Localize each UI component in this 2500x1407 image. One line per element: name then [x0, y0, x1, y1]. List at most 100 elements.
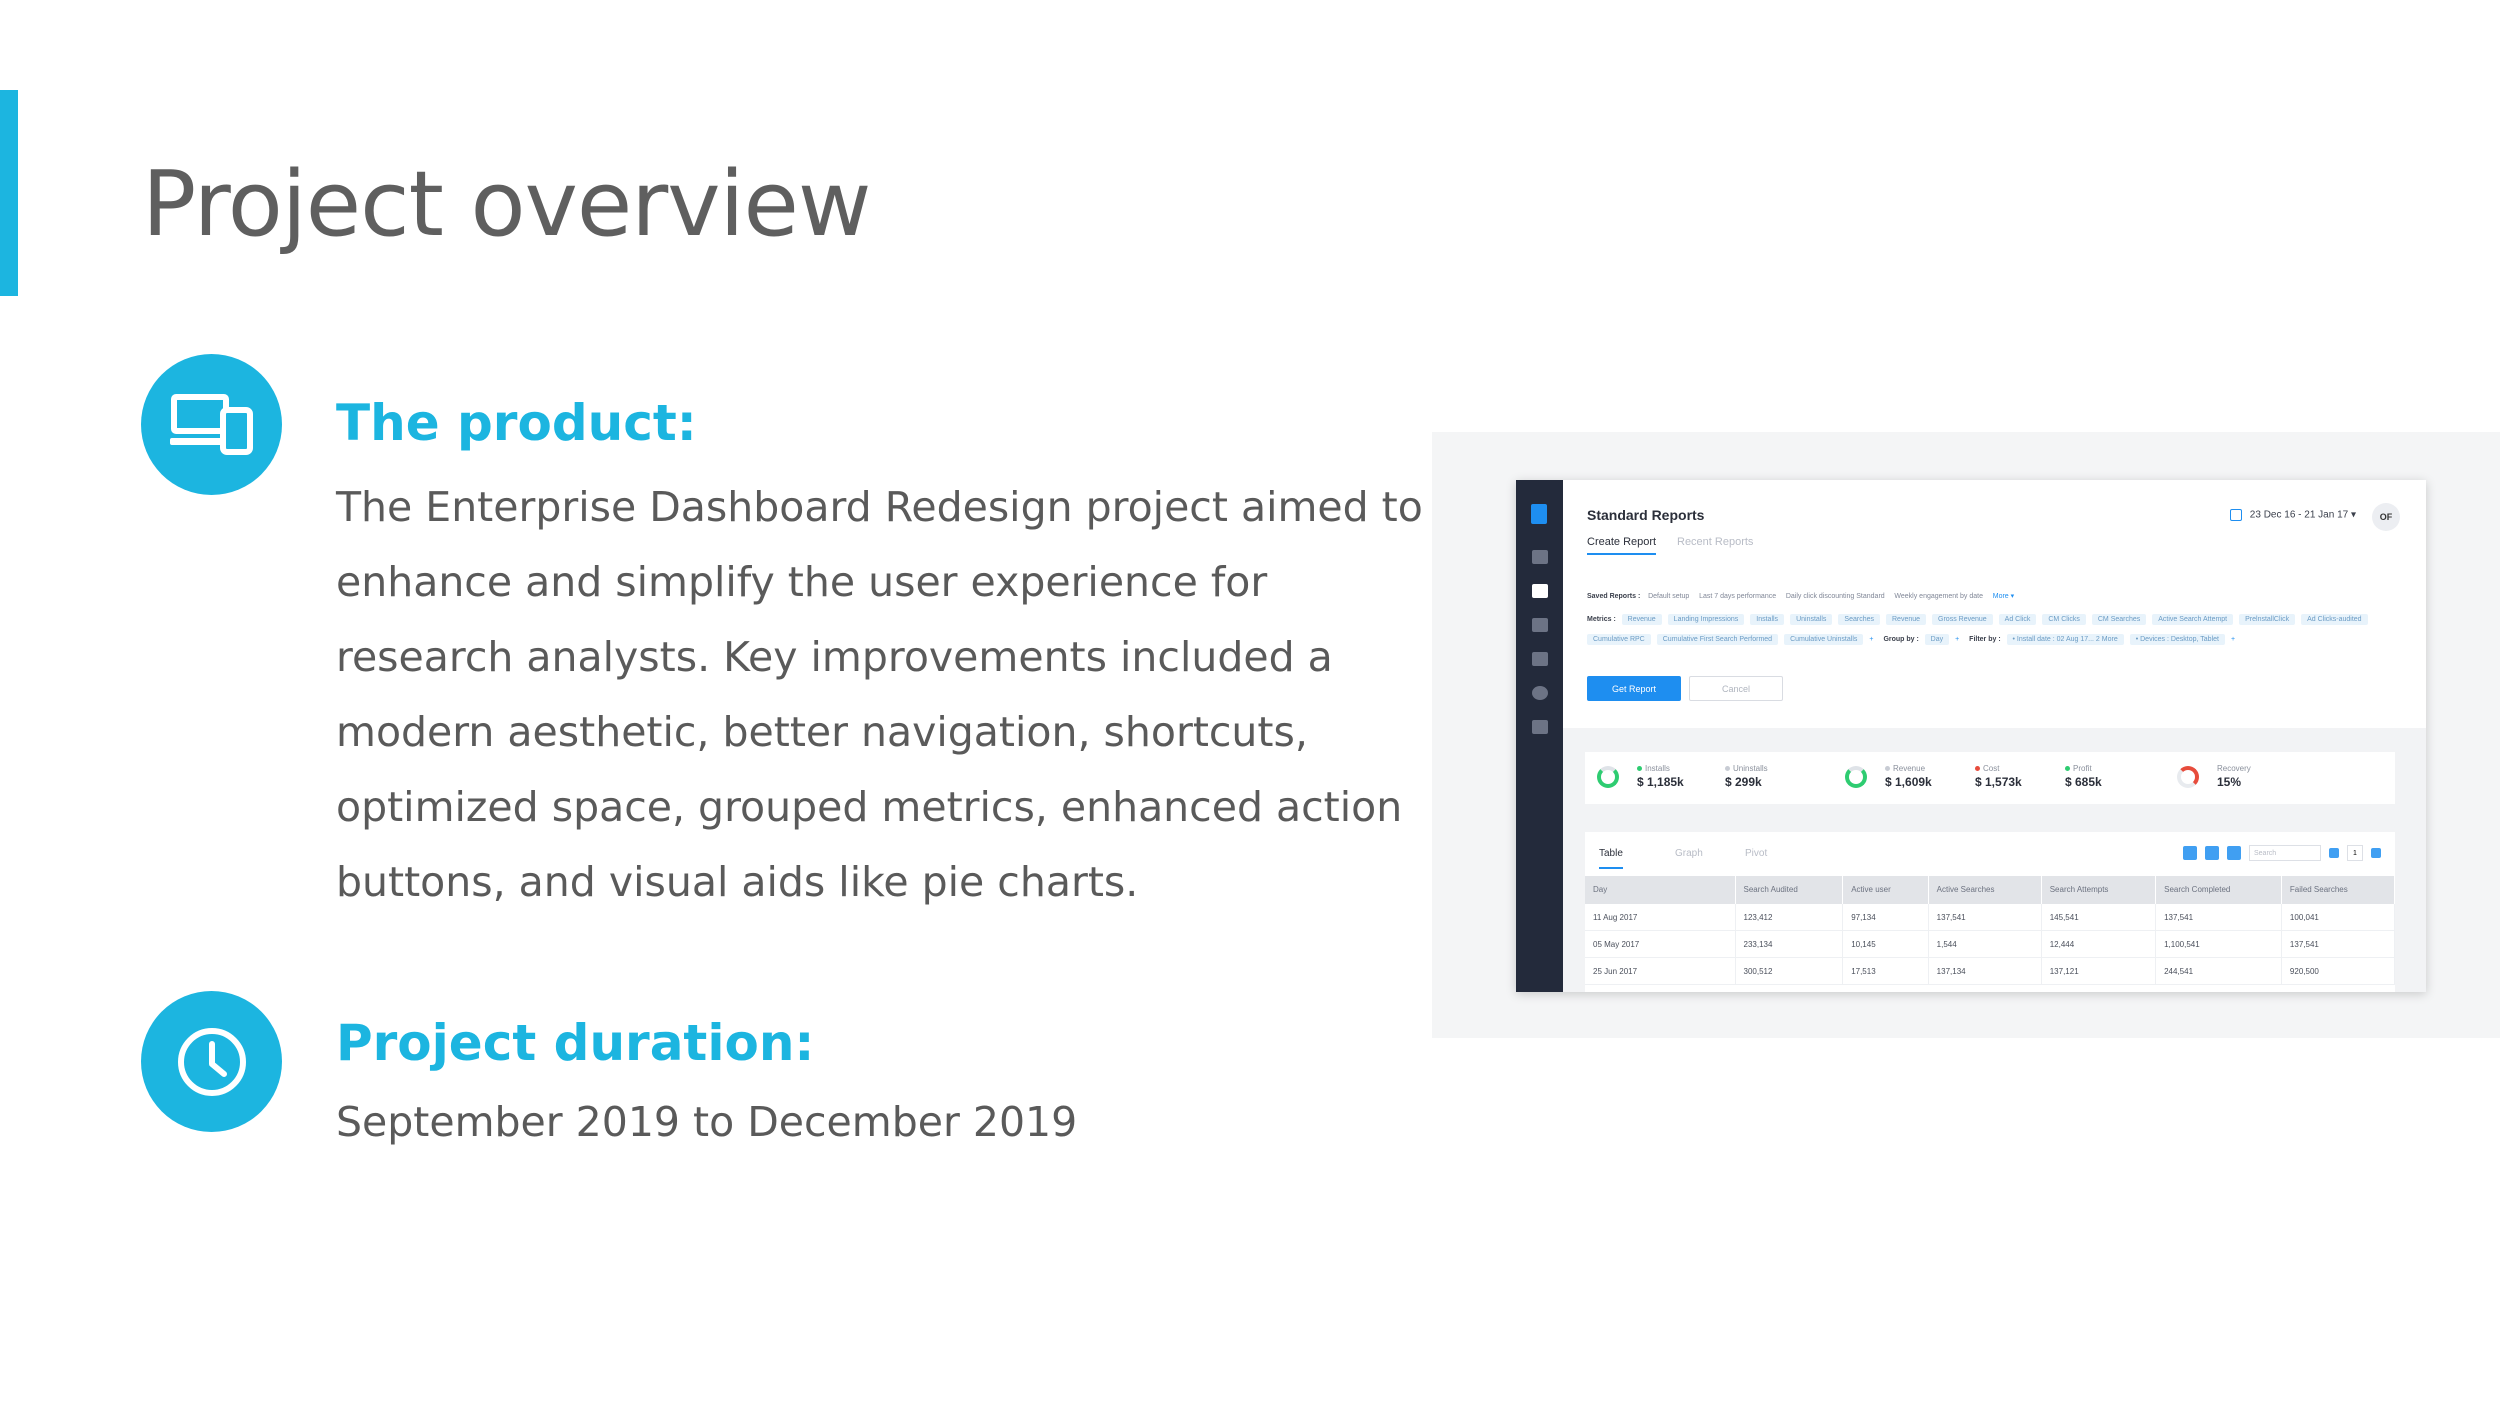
report-table-card: Table Graph Pivot Search 1 Day Search Au…: [1585, 832, 2396, 992]
page-number[interactable]: 1: [2347, 845, 2363, 861]
home-icon[interactable]: [1532, 550, 1548, 564]
metric-chip[interactable]: Cumulative Uninstalls: [1784, 634, 1864, 645]
clock-icon: [141, 991, 282, 1132]
kpi-label: Cost: [1983, 764, 2000, 773]
table-cell: 137,541: [2281, 930, 2396, 958]
saved-report[interactable]: Last 7 days performance: [1699, 593, 1776, 600]
share-icon[interactable]: [2183, 846, 2197, 860]
table-cell: 137,541: [1928, 904, 2042, 931]
saved-report[interactable]: Daily click discounting Standard: [1786, 593, 1885, 600]
saved-report[interactable]: Weekly engagement by date: [1894, 593, 1983, 600]
product-description: The Enterprise Dashboard Redesign projec…: [336, 470, 1423, 920]
column-header[interactable]: Day: [1585, 876, 1736, 904]
description-line: buttons, and visual aids like pie charts…: [336, 858, 1139, 906]
kpi-value: 15%: [2217, 775, 2242, 789]
download-icon[interactable]: [2205, 846, 2219, 860]
avatar[interactable]: OF: [2372, 503, 2400, 531]
kpi-label: Installs: [1645, 764, 1670, 773]
accent-bar: [0, 90, 18, 296]
kpi-value: $ 1,609k: [1885, 775, 1932, 789]
recovery-pie-icon: [2177, 766, 2199, 788]
table-row[interactable]: 05 May 2017 233,134 10,145 1,544 12,444 …: [1585, 930, 2396, 958]
date-range-picker[interactable]: 23 Dec 16 - 21 Jan 17 ▾: [2229, 509, 2356, 521]
clock-icon[interactable]: [1532, 686, 1548, 700]
revenue-pie-icon: [1845, 766, 1867, 788]
metric-chip[interactable]: CM Clicks: [2042, 614, 2086, 625]
group-by-chip[interactable]: Day: [1924, 634, 1950, 645]
metric-chip[interactable]: Landing Impressions: [1667, 614, 1745, 625]
table-cell: 17,513: [1842, 957, 1929, 985]
metric-chip[interactable]: CM Searches: [2091, 614, 2147, 625]
tab-create-report[interactable]: Create Report: [1587, 536, 1657, 555]
filter-chip[interactable]: • Install date : 02 Aug 17... 2 More: [2006, 634, 2124, 645]
metric-chip[interactable]: Cumulative First Search Performed: [1656, 634, 1779, 645]
add-group-button[interactable]: +: [1955, 636, 1959, 643]
metric-chip[interactable]: Searches: [1838, 614, 1880, 625]
metric-chip[interactable]: Active Search Attempt: [2152, 614, 2234, 625]
column-header[interactable]: Search Completed: [2155, 876, 2282, 904]
table-row[interactable]: 25 Jun 2017 300,512 17,513 137,134 137,1…: [1585, 957, 2396, 985]
more-link[interactable]: More ▾: [1993, 593, 2014, 600]
table-cell: 137,541: [2155, 904, 2282, 931]
saved-reports-label: Saved Reports :: [1587, 593, 1641, 600]
metric-chip[interactable]: Revenue: [1886, 614, 1927, 625]
kpi-recovery: Recovery 15%: [2217, 764, 2251, 789]
table-row[interactable]: 11 Aug 2017 123,412 97,134 137,541 145,5…: [1585, 904, 2396, 931]
saved-report[interactable]: Default setup: [1648, 593, 1689, 600]
filter-chip[interactable]: • Devices : Desktop, Tablet: [2129, 634, 2225, 645]
table-cell: 05 May 2017: [1585, 930, 1736, 958]
dashboard-screenshot-panel: Standard Reports Create Report Recent Re…: [1432, 432, 2500, 1038]
metric-chip[interactable]: Gross Revenue: [1932, 614, 1993, 625]
table-cell: 137,134: [1928, 957, 2042, 985]
tab-table[interactable]: Table: [1599, 848, 1623, 869]
metrics-label: Metrics :: [1587, 616, 1616, 623]
tab-pivot[interactable]: Pivot: [1745, 848, 1767, 859]
column-header[interactable]: Active user: [1842, 876, 1929, 904]
branch-icon[interactable]: [1532, 652, 1548, 666]
metric-chip[interactable]: PrelnstallClick: [2239, 614, 2296, 625]
metric-chip[interactable]: Installs: [1750, 614, 1785, 625]
table-cell: 123,412: [1735, 904, 1844, 931]
tab-graph[interactable]: Graph: [1675, 848, 1703, 859]
dashboard-sidebar: [1516, 480, 1563, 992]
table-cell: 233,134: [1735, 930, 1844, 958]
table-search-input[interactable]: Search: [2249, 845, 2321, 861]
kpi-value: $ 1,185k: [1637, 775, 1684, 789]
saved-reports-row: Saved Reports : Default setup Last 7 day…: [1587, 592, 2014, 600]
get-report-button[interactable]: Get Report: [1587, 676, 1681, 701]
tab-recent-reports[interactable]: Recent Reports: [1677, 536, 1753, 548]
metric-chip[interactable]: Cumulative RPC: [1587, 634, 1651, 645]
table-cell: 137,121: [2041, 957, 2157, 985]
column-header[interactable]: Search Audited: [1735, 876, 1844, 904]
kpi-value: $ 299k: [1725, 775, 1762, 789]
add-metric-button[interactable]: +: [1869, 636, 1873, 643]
column-header[interactable]: Active Searches: [1928, 876, 2042, 904]
document-icon[interactable]: [1532, 720, 1548, 734]
table-cell: 145,541: [2041, 904, 2157, 931]
next-page-icon[interactable]: [2371, 848, 2381, 858]
cancel-button[interactable]: Cancel: [1689, 676, 1783, 701]
metric-chip[interactable]: Ad Clicks-audited: [2301, 614, 2368, 625]
table-cell: 12,444: [2041, 930, 2157, 958]
kpi-installs: Installs $ 1,185k: [1637, 764, 1684, 789]
duration-text: September 2019 to December 2019: [336, 1098, 1078, 1146]
metric-chip[interactable]: Ad Click: [1998, 614, 2037, 625]
metric-chip[interactable]: Revenue: [1621, 614, 1662, 625]
report-builder: Standard Reports Create Report Recent Re…: [1563, 480, 2426, 728]
dashboard-screenshot: Standard Reports Create Report Recent Re…: [1516, 480, 2426, 992]
filter-by-label: Filter by :: [1969, 636, 2001, 643]
add-filter-button[interactable]: +: [2231, 636, 2235, 643]
dashboard-main: Standard Reports Create Report Recent Re…: [1563, 480, 2426, 992]
installs-pie-icon: [1597, 766, 1619, 788]
reports-icon[interactable]: [1532, 584, 1548, 598]
table-cell: 244,541: [2155, 957, 2282, 985]
metric-chip[interactable]: Uninstalls: [1790, 614, 1833, 625]
save-icon[interactable]: [2227, 846, 2241, 860]
description-line: optimized space, grouped metrics, enhanc…: [336, 783, 1403, 831]
prev-page-icon[interactable]: [2329, 848, 2339, 858]
grid-icon[interactable]: [1532, 618, 1548, 632]
date-range: 23 Dec 16 - 21 Jan 17 ▾: [2249, 509, 2356, 521]
column-header[interactable]: Failed Searches: [2281, 876, 2396, 904]
column-header[interactable]: Search Attempts: [2041, 876, 2157, 904]
metrics-row: Metrics : Revenue Landing Impressions Inst…: [1587, 614, 2374, 625]
